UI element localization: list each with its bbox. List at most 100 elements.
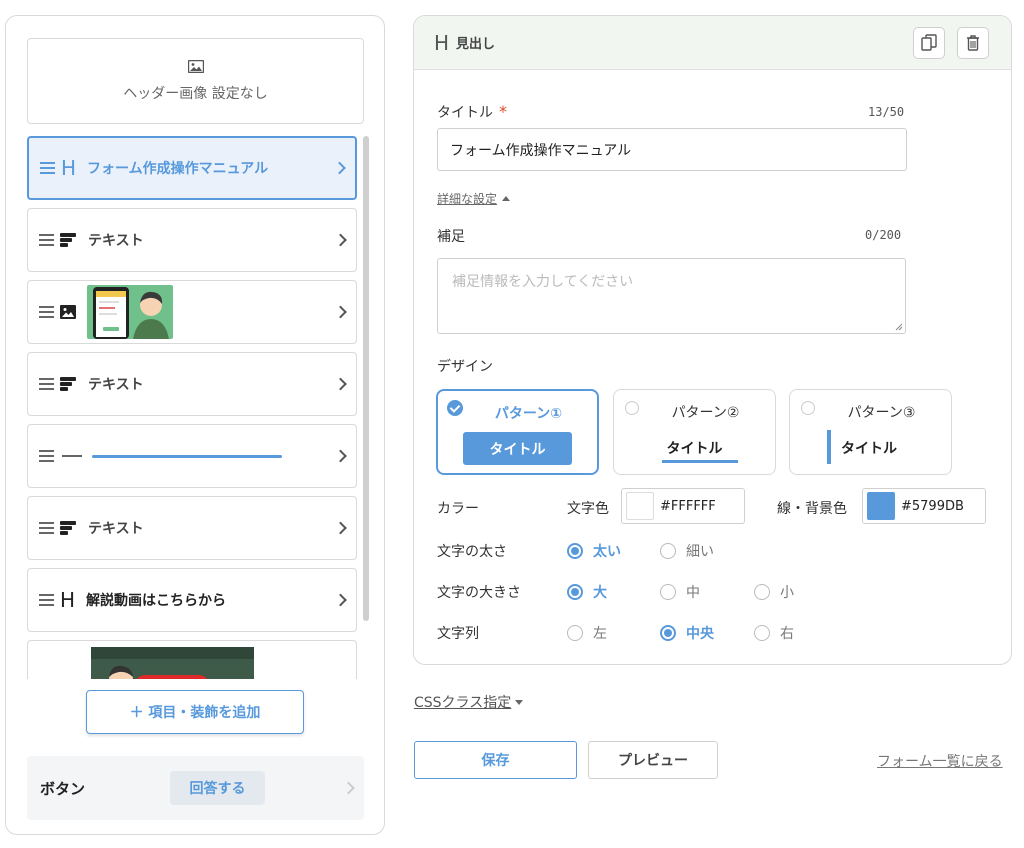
drag-handle-icon[interactable] <box>40 162 55 174</box>
drag-handle-icon[interactable] <box>39 378 54 390</box>
pattern-option-1[interactable]: パターン① タイトル <box>436 389 599 475</box>
text-align-label: 文字列 <box>437 626 479 642</box>
header-image-slot[interactable]: ヘッダー画像 設定なし <box>27 38 364 124</box>
copy-icon <box>921 34 937 51</box>
text-color-picker[interactable]: #FFFFFF <box>621 488 745 524</box>
chevron-right-icon <box>334 449 347 463</box>
supplement-char-counter: 0/200 <box>865 228 902 242</box>
radio-icon <box>660 543 676 559</box>
chevron-right-icon <box>333 161 346 175</box>
color-label: カラー <box>437 501 479 517</box>
radio-icon <box>567 625 583 641</box>
answer-button-preview[interactable]: 回答する <box>170 771 265 805</box>
list-item-text[interactable]: テキスト <box>27 208 357 272</box>
pattern-name: パターン② <box>671 405 740 421</box>
save-button[interactable]: 保存 <box>414 741 577 779</box>
caret-down-icon <box>515 700 524 705</box>
css-class-link[interactable]: CSSクラス指定 <box>414 692 524 712</box>
button-section[interactable]: ボタン 回答する <box>27 756 364 820</box>
text-color-hex: #FFFFFF <box>660 498 716 514</box>
font-weight-label: 文字の太さ <box>437 544 507 560</box>
chevron-right-icon <box>342 781 355 795</box>
button-section-label: ボタン <box>40 779 86 798</box>
list-item-label: テキスト <box>88 377 144 393</box>
radio-icon <box>754 584 770 600</box>
delete-button[interactable] <box>957 27 989 59</box>
weight-bold-radio[interactable]: 太い <box>567 541 621 561</box>
text-block-icon <box>60 521 76 535</box>
chevron-right-icon <box>334 305 347 319</box>
title-input[interactable]: フォーム作成操作マニュアル <box>437 128 907 171</box>
weight-thin-radio[interactable]: 細い <box>660 541 714 561</box>
bg-color-picker[interactable]: #5799DB <box>862 488 986 524</box>
heading-icon: H <box>434 30 450 55</box>
drag-handle-icon[interactable] <box>39 594 54 606</box>
leftbar-preview <box>827 430 831 464</box>
list-item-text[interactable]: テキスト <box>27 352 357 416</box>
caret-up-icon <box>502 196 511 201</box>
list-item-label: フォーム作成操作マニュアル <box>87 161 269 177</box>
text-color-swatch[interactable] <box>626 492 654 520</box>
pattern-name: パターン③ <box>847 405 916 421</box>
pattern-option-2[interactable]: パターン② タイトル <box>613 389 776 475</box>
list-item-video[interactable] <box>27 640 357 679</box>
design-label: デザイン <box>437 359 493 375</box>
drag-handle-icon[interactable] <box>39 522 54 534</box>
radio-icon <box>754 625 770 641</box>
drag-handle-icon[interactable] <box>39 306 54 318</box>
supplement-textarea[interactable]: 補足情報を入力してください <box>437 258 906 334</box>
preview-button[interactable]: プレビュー <box>588 741 718 779</box>
title-char-counter: 13/50 <box>868 105 905 119</box>
chevron-right-icon <box>334 593 347 607</box>
pattern-preview: タイトル <box>841 441 897 457</box>
bg-color-label: 線・背景色 <box>777 501 847 517</box>
image-icon <box>187 59 204 73</box>
item-list: H フォーム作成操作マニュアル テキスト テキスト テキスト H 解説動画はこち… <box>27 136 372 679</box>
advanced-settings-link[interactable]: 詳細な設定 <box>437 190 511 207</box>
list-item-label: テキスト <box>88 521 144 537</box>
size-medium-radio[interactable]: 中 <box>660 582 700 602</box>
chevron-right-icon <box>334 233 347 247</box>
title-label: タイトル * <box>437 102 507 121</box>
heading-icon: H <box>61 156 77 180</box>
size-large-radio[interactable]: 大 <box>567 582 607 602</box>
list-item-heading-video[interactable]: H 解説動画はこちらから <box>27 568 357 632</box>
text-block-icon <box>60 233 76 247</box>
list-item-image[interactable] <box>27 280 357 344</box>
align-center-radio[interactable]: 中央 <box>660 623 714 643</box>
editor-title: 見出し <box>456 37 496 52</box>
radio-icon <box>660 584 676 600</box>
bg-color-hex: #5799DB <box>901 498 964 514</box>
required-mark: * <box>499 102 507 121</box>
resize-handle-icon[interactable] <box>895 323 903 331</box>
list-scrollbar[interactable] <box>363 136 369 621</box>
pattern-name: パターン① <box>494 406 563 422</box>
chevron-right-icon <box>334 521 347 535</box>
header-image-label: ヘッダー画像 設定なし <box>123 85 268 102</box>
drag-handle-icon[interactable] <box>39 450 54 462</box>
pattern-option-3[interactable]: パターン③ タイトル <box>789 389 952 475</box>
heading-icon: H <box>60 588 76 612</box>
heading-editor-panel: H 見出し タイトル * 13/50 フォーム作成操作マニュアル 詳細な設定 補足… <box>413 15 1012 665</box>
duplicate-button[interactable] <box>913 27 945 59</box>
align-right-radio[interactable]: 右 <box>754 623 794 643</box>
pattern-preview: タイトル <box>463 432 572 465</box>
text-block-icon <box>60 377 76 391</box>
align-left-radio[interactable]: 左 <box>567 623 607 643</box>
list-item-heading-title[interactable]: H フォーム作成操作マニュアル <box>27 136 357 200</box>
add-item-button[interactable]: ＋ 項目・装飾を追加 <box>86 690 304 734</box>
chevron-right-icon <box>334 377 347 391</box>
form-structure-panel: ヘッダー画像 設定なし H フォーム作成操作マニュアル テキスト テキスト テキ… <box>5 15 385 835</box>
back-to-form-list-link[interactable]: フォーム一覧に戻る <box>877 751 1003 771</box>
list-item-divider[interactable] <box>27 424 357 488</box>
video-thumbnail <box>91 647 254 679</box>
font-size-label: 文字の大きさ <box>437 585 521 601</box>
image-icon <box>60 305 76 319</box>
list-item-text[interactable]: テキスト <box>27 496 357 560</box>
bg-color-swatch[interactable] <box>867 492 895 520</box>
drag-handle-icon[interactable] <box>39 234 54 246</box>
underline-preview <box>662 460 738 463</box>
size-small-radio[interactable]: 小 <box>754 582 794 602</box>
divider-preview <box>92 454 282 458</box>
supplement-label: 補足 <box>437 229 465 245</box>
